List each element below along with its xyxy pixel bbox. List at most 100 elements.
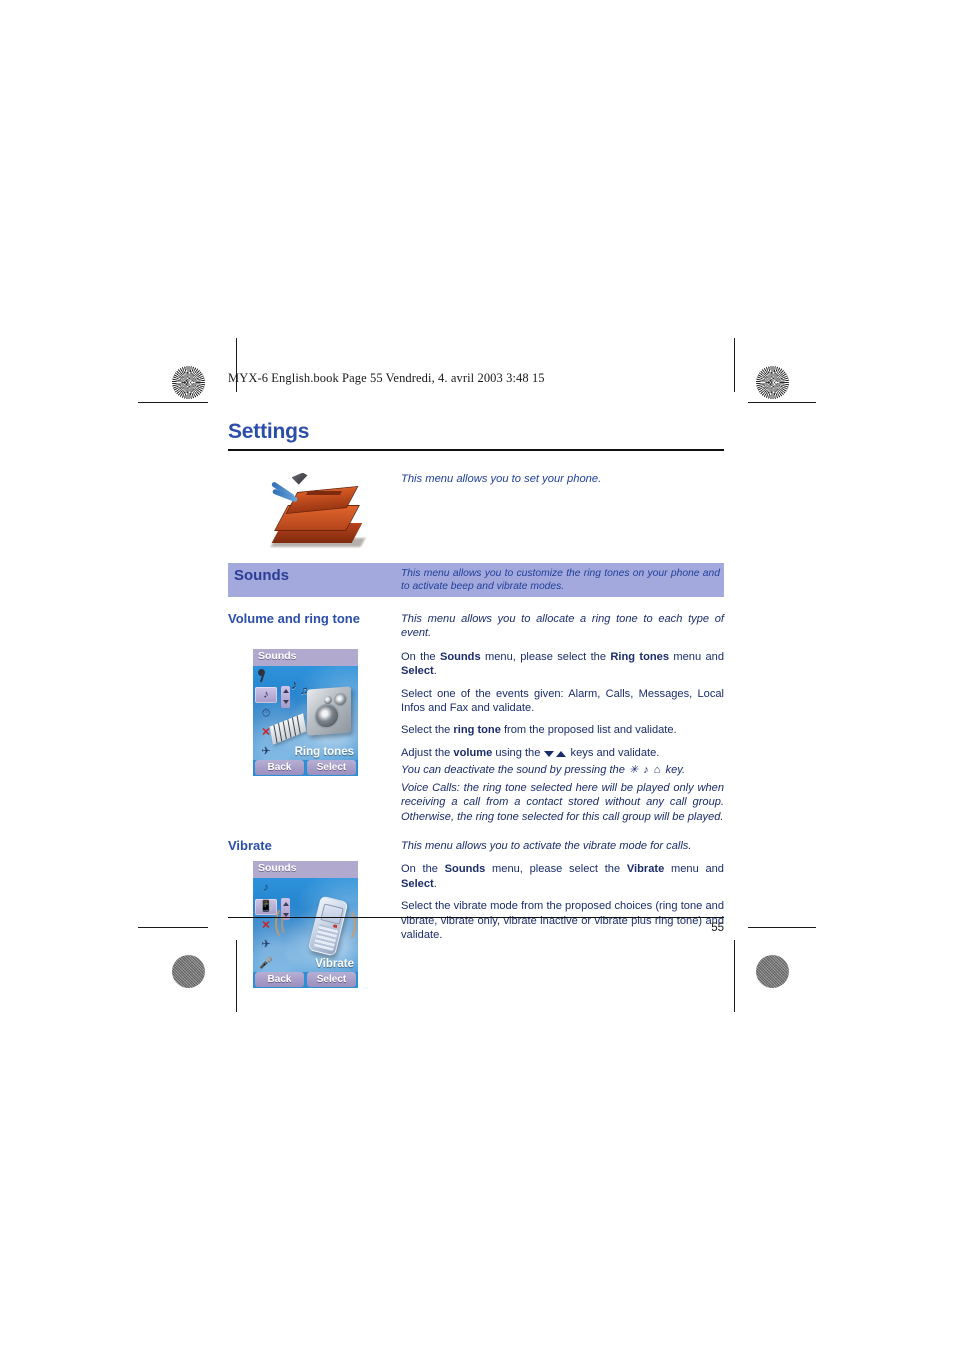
vibrate-step-1-sounds: Sounds: [444, 863, 486, 876]
scroll-up-arrow[interactable]: [282, 689, 289, 694]
volume-step-1-g: .: [433, 665, 437, 678]
registration-mark-right-upper: [744, 398, 800, 454]
registration-mark-left-lower: [152, 890, 208, 946]
volume-note-b: key.: [662, 764, 686, 777]
pliers-icon: [269, 471, 309, 505]
vibrate-step-1-g: .: [433, 877, 437, 890]
speaker-tweeter: [335, 693, 346, 706]
phone-screen-title-ring: Sounds: [253, 648, 358, 666]
scroll-up-arrow-vibrate[interactable]: [282, 901, 289, 906]
speaker-woofer: [316, 704, 338, 728]
intro-row: This menu allows you to set your phone.: [228, 469, 724, 555]
volume-note-voice-calls: Voice Calls: the ring tone selected here…: [401, 781, 724, 823]
volume-intro-text: This menu allows you to allocate a ring …: [401, 612, 724, 640]
volume-step-3-ringtone: ring tone: [453, 724, 501, 737]
bird-icon-vibrate: ✈: [261, 938, 271, 951]
registration-mark-left-upper: [152, 398, 208, 454]
toolbox-illustration-wrap: [228, 469, 401, 547]
trim-line-bottom-right-vertical: [734, 940, 736, 1012]
softkey-select-ring[interactable]: Select: [307, 759, 356, 775]
phone-screenshot-ring-tones: Sounds ♪ ⏱ ✕ ✈ ♪ ♫ Ring tones Back Selec…: [253, 648, 358, 776]
vibrate-icon: 📳: [259, 900, 273, 913]
registration-mark-right-lower: [744, 890, 800, 946]
title-divider: [228, 449, 724, 451]
volume-step-4-c: using the: [492, 746, 544, 759]
section-volume-and-ring-tone: Volume and ring tone This menu allows yo…: [228, 611, 724, 824]
vibrate-step-1: On the Sounds menu, please select the Vi…: [401, 862, 724, 891]
vibrate-heading-row: Vibrate This menu allows you to activate…: [228, 838, 724, 861]
note-icon-vibrate-list: ♪: [263, 881, 269, 894]
volume-step-3-c: from the proposed list and validate.: [500, 724, 677, 737]
registration-solid-patch-bottom-right: [756, 955, 789, 988]
vibrate-intro-col: This menu allows you to activate the vib…: [401, 838, 724, 861]
vibrate-intro-text: This menu allows you to activate the vib…: [401, 840, 692, 852]
volume-screenshot-col: Sounds ♪ ⏱ ✕ ✈ ♪ ♫ Ring tones Back Selec…: [228, 648, 401, 776]
toolbox-handle: [305, 490, 342, 495]
menu-icon-ring-tones[interactable]: ♪: [255, 880, 277, 896]
volume-step-1-e: menu and: [669, 650, 724, 663]
phone-screen-canvas-ring: ♪ ⏱ ✕ ✈ ♪ ♫ Ring tones: [253, 665, 358, 760]
vibrate-heading-col: Vibrate: [228, 838, 401, 857]
volume-heading-row: Volume and ring tone This menu allows yo…: [228, 611, 724, 649]
music-note-icon-1: ♪: [291, 676, 298, 692]
volume-step-4-a: Adjust the: [401, 746, 454, 759]
volume-step-4: Adjust the volume using the keys and val…: [401, 746, 724, 760]
volume-body-row: Sounds ♪ ⏱ ✕ ✈ ♪ ♫ Ring tones Back Selec…: [228, 648, 724, 824]
menu-icon-placeholder-top[interactable]: [255, 668, 277, 684]
softkey-back-vibrate[interactable]: Back: [255, 972, 304, 988]
volume-step-1-a: On the: [401, 650, 440, 663]
footer-divider: [228, 917, 724, 919]
softkey-select-vibrate[interactable]: Select: [307, 972, 356, 988]
vibrate-step-1-a: On the: [401, 863, 445, 876]
volume-step-3: Select the ring tone from the proposed l…: [401, 723, 724, 737]
menu-icon-bird-vibrate[interactable]: ✈: [255, 937, 277, 953]
phone-screen-title-vibrate: Sounds: [253, 861, 358, 879]
pliers-nose: [291, 472, 308, 485]
up-arrow-icon: [556, 750, 567, 757]
volume-step-4-volume: volume: [453, 746, 493, 759]
alarm-icon: ⏱: [261, 707, 271, 720]
sounds-band-description: This menu allows you to customize the ri…: [401, 567, 720, 592]
softkey-back-ring[interactable]: Back: [255, 759, 304, 775]
phone-softkeys-ring: Back Select: [253, 759, 358, 776]
menu-icon-ring-tones-selected[interactable]: ♪: [255, 686, 277, 703]
volume-step-1-c: menu, please select the: [480, 650, 611, 663]
vibrate-text-col: On the Sounds menu, please select the Vi…: [401, 861, 724, 950]
vibrate-step-1-c: menu, please select the: [485, 863, 627, 876]
volume-note-deactivate: You can deactivate the sound by pressing…: [401, 763, 724, 777]
speaker-tweeter-small: [324, 695, 332, 705]
speaker-icon: [307, 686, 351, 736]
phone-screen-label-vibrate: Vibrate: [315, 958, 354, 971]
phone-screen-label-ring: Ring tones: [294, 745, 354, 758]
trim-line-top-right-vertical: [734, 338, 736, 392]
vibrate-step-1-vibrate: Vibrate: [626, 863, 665, 876]
vibrate-step-1-e: menu and: [664, 863, 724, 876]
volume-section-heading: Volume and ring tone: [228, 610, 360, 626]
menu-icon-alarm[interactable]: ⏱: [255, 706, 277, 722]
page-number: 55: [711, 922, 724, 934]
volume-text-col: On the Sounds menu, please select the Ri…: [401, 649, 724, 824]
vibrate-section-heading: Vibrate: [228, 838, 272, 853]
phone-scroll-indicator-ring[interactable]: [281, 685, 290, 708]
volume-step-1-select: Select: [401, 665, 434, 678]
star-hash-key-icon: ✳ ♪ ⌂: [628, 764, 662, 777]
vibrate-step-2: Select the vibrate mode from the propose…: [401, 900, 724, 942]
volume-heading-col: Volume and ring tone: [228, 611, 401, 630]
volume-note-a: You can deactivate the sound by pressing…: [401, 764, 628, 777]
menu-icon-vibrate-selected[interactable]: 📳: [255, 899, 277, 916]
volume-step-4-d: keys and validate.: [567, 746, 660, 759]
volume-step-1-sounds: Sounds: [439, 650, 481, 663]
volume-step-1: On the Sounds menu, please select the Ri…: [401, 650, 724, 679]
vibrate-step-1-select: Select: [401, 877, 434, 890]
phone-softkeys-vibrate: Back Select: [253, 972, 358, 988]
sounds-section-band: Sounds This menu allows you to customize…: [228, 562, 724, 597]
scroll-down-arrow[interactable]: [282, 700, 289, 705]
volume-intro-col: This menu allows you to allocate a ring …: [401, 611, 724, 649]
down-arrow-icon: [544, 750, 555, 757]
note-icon: ♪: [263, 688, 269, 701]
volume-step-3-a: Select the: [401, 724, 454, 737]
volume-step-2: Select one of the events given: Alarm, C…: [401, 687, 724, 715]
registration-star-patch-top-right: [756, 366, 789, 399]
volume-step-1-ringtones: Ring tones: [610, 650, 669, 663]
toolbox-icon: [267, 469, 371, 547]
